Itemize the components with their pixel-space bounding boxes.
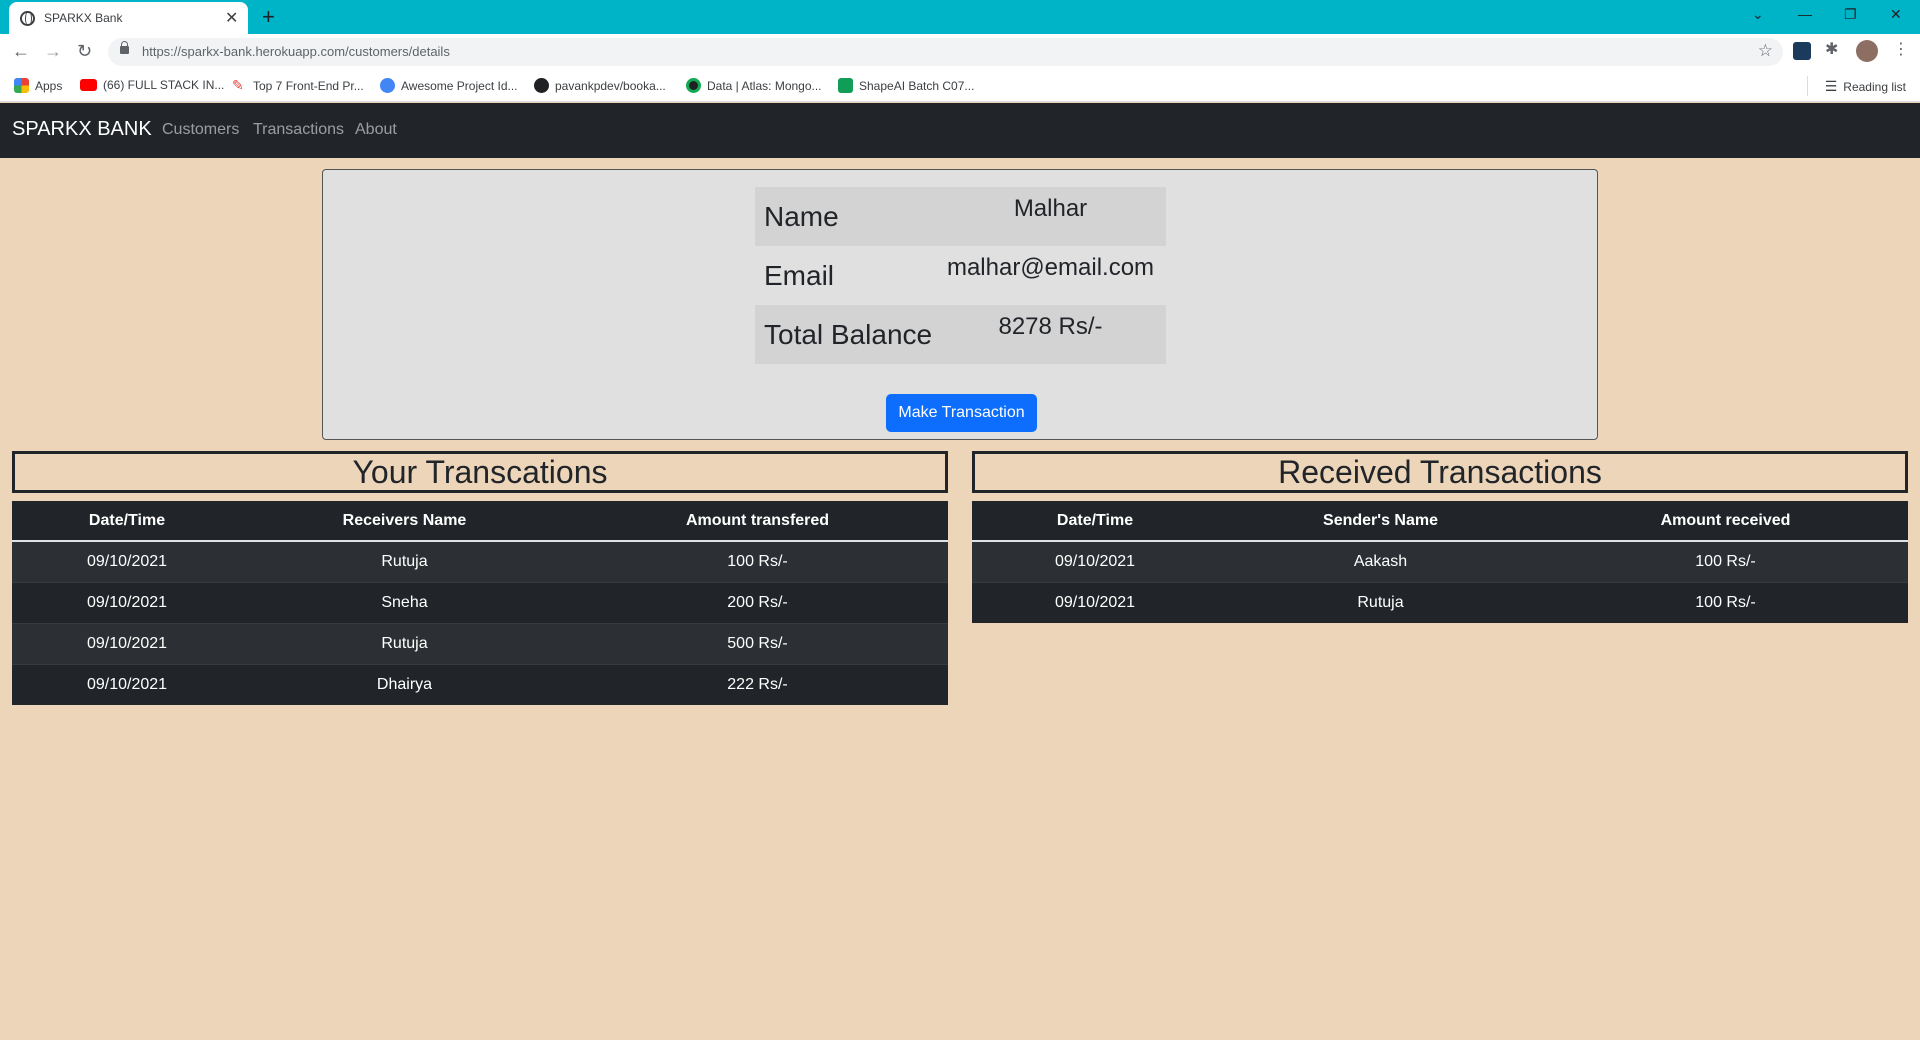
table-row: 09/10/2021 Rutuja 500 Rs/-: [12, 622, 948, 664]
github-icon: [534, 78, 549, 93]
column-header: Date/Time: [12, 501, 242, 542]
tab-title: SPARKX Bank: [44, 11, 123, 25]
app-navbar: SPARKX BANK Customers Transactions About: [0, 103, 1920, 158]
cell-amount: 200 Rs/-: [567, 581, 948, 623]
reading-list-icon: ☰: [1824, 78, 1838, 94]
name-row: Name Malhar: [755, 187, 1166, 246]
customer-email: malhar@email.com: [946, 254, 1155, 281]
cell-sender: Rutuja: [1218, 581, 1543, 623]
cell-amount: 100 Rs/-: [1543, 540, 1908, 582]
customer-name: Malhar: [1013, 195, 1088, 222]
globe-icon: [20, 11, 35, 26]
cell-receiver: Rutuja: [242, 622, 567, 664]
make-transaction-button[interactable]: Make Transaction: [886, 394, 1037, 432]
bookmarks-bar: Apps (66) FULL STACK IN... ✎ Top 7 Front…: [0, 70, 1920, 102]
sent-transactions-table: Date/Time Receivers Name Amount transfer…: [12, 501, 948, 705]
avatar[interactable]: [1856, 40, 1878, 62]
apps-grid-icon: [14, 78, 29, 93]
bookmark-star-icon[interactable]: ☆: [1758, 41, 1773, 61]
url-text: https://sparkx-bank.herokuapp.com/custom…: [142, 44, 450, 59]
close-window-icon[interactable]: ✕: [1890, 6, 1902, 23]
minimize-icon[interactable]: —: [1798, 6, 1812, 22]
lock-icon[interactable]: [120, 41, 129, 54]
bookmark-frontend[interactable]: ✎ Top 7 Front-End Pr...: [232, 78, 364, 93]
tab-search-icon[interactable]: ⌄: [1752, 6, 1764, 23]
bookmark-youtube[interactable]: (66) FULL STACK IN...: [80, 78, 224, 92]
balance-row: Total Balance 8278 Rs/-: [755, 305, 1166, 364]
menu-kebab-icon[interactable]: ⋮: [1893, 39, 1911, 58]
close-tab-icon[interactable]: ✕: [225, 8, 238, 28]
pen-icon: ✎: [232, 77, 244, 93]
forward-icon[interactable]: →: [44, 41, 62, 62]
cell-date: 09/10/2021: [12, 663, 242, 705]
table-row: 09/10/2021 Sneha 200 Rs/-: [12, 581, 948, 623]
column-header: Amount received: [1543, 501, 1908, 542]
received-transactions-table: Date/Time Sender's Name Amount received …: [972, 501, 1908, 623]
address-bar[interactable]: https://sparkx-bank.herokuapp.com/custom…: [108, 38, 1783, 66]
table-header-row: Date/Time Sender's Name Amount received: [972, 501, 1908, 542]
nav-link-customers[interactable]: Customers: [162, 121, 239, 139]
sent-transactions-heading: Your Transcations: [12, 451, 948, 493]
bookmarks-divider: [1807, 76, 1808, 96]
column-header: Amount transfered: [567, 501, 948, 542]
nav-link-about[interactable]: About: [355, 121, 397, 139]
customer-info-table: Name Malhar Email malhar@email.com Total…: [755, 187, 1166, 364]
cell-receiver: Sneha: [242, 581, 567, 623]
bookmark-awesome[interactable]: Awesome Project Id...: [380, 78, 518, 93]
customer-balance: 8278 Rs/-: [998, 313, 1103, 340]
puzzle-icon[interactable]: ✱: [1825, 39, 1843, 58]
nav-link-transactions[interactable]: Transactions: [253, 121, 344, 139]
email-row: Email malhar@email.com: [755, 246, 1166, 305]
cell-amount: 100 Rs/-: [567, 540, 948, 582]
browser-tab[interactable]: SPARKX Bank ✕: [9, 2, 248, 34]
bookmark-github[interactable]: pavankpdev/booka...: [534, 78, 666, 93]
reload-icon[interactable]: ↻: [77, 41, 92, 62]
name-label: Name: [764, 200, 839, 232]
cell-date: 09/10/2021: [12, 540, 242, 582]
circle-logo-icon: [380, 78, 395, 93]
brand-logo[interactable]: SPARKX BANK: [12, 118, 152, 141]
email-label: Email: [764, 259, 835, 291]
balance-label: Total Balance: [764, 318, 933, 350]
back-icon[interactable]: ←: [12, 41, 30, 62]
received-transactions-heading: Received Transactions: [972, 451, 1908, 493]
table-header-row: Date/Time Receivers Name Amount transfer…: [12, 501, 948, 542]
cell-amount: 100 Rs/-: [1543, 581, 1908, 623]
bookmark-mongodb[interactable]: Data | Atlas: Mongo...: [686, 78, 822, 93]
youtube-icon: [80, 79, 97, 91]
extension-icon[interactable]: [1793, 42, 1811, 60]
cell-receiver: Dhairya: [242, 663, 567, 705]
cell-amount: 500 Rs/-: [567, 622, 948, 664]
cell-date: 09/10/2021: [12, 622, 242, 664]
browser-tabbar: SPARKX Bank ✕ + ⌄ — ❐ ✕: [0, 0, 1920, 34]
bookmark-apps[interactable]: Apps: [14, 78, 62, 93]
table-row: 09/10/2021 Rutuja 100 Rs/-: [12, 540, 948, 582]
cell-date: 09/10/2021: [972, 581, 1218, 623]
cell-date: 09/10/2021: [972, 540, 1218, 582]
restore-icon[interactable]: ❐: [1844, 6, 1857, 23]
cell-receiver: Rutuja: [242, 540, 567, 582]
bookmark-shapeai[interactable]: ShapeAI Batch C07...: [838, 78, 974, 93]
column-header: Receivers Name: [242, 501, 567, 542]
sheets-icon: [838, 78, 853, 93]
table-row: 09/10/2021 Dhairya 222 Rs/-: [12, 663, 948, 705]
new-tab-icon[interactable]: +: [262, 4, 275, 30]
cell-amount: 222 Rs/-: [567, 663, 948, 705]
reading-list-button[interactable]: ☰ Reading list: [1825, 78, 1906, 95]
column-header: Date/Time: [972, 501, 1218, 542]
table-row: 09/10/2021 Aakash 100 Rs/-: [972, 540, 1908, 582]
browser-toolbar: ← → ↻ https://sparkx-bank.herokuapp.com/…: [0, 34, 1920, 70]
table-row: 09/10/2021 Rutuja 100 Rs/-: [972, 581, 1908, 623]
customer-details-card: Name Malhar Email malhar@email.com Total…: [322, 169, 1598, 440]
column-header: Sender's Name: [1218, 501, 1543, 542]
cell-date: 09/10/2021: [12, 581, 242, 623]
cell-sender: Aakash: [1218, 540, 1543, 582]
mongodb-leaf-icon: [686, 78, 701, 93]
